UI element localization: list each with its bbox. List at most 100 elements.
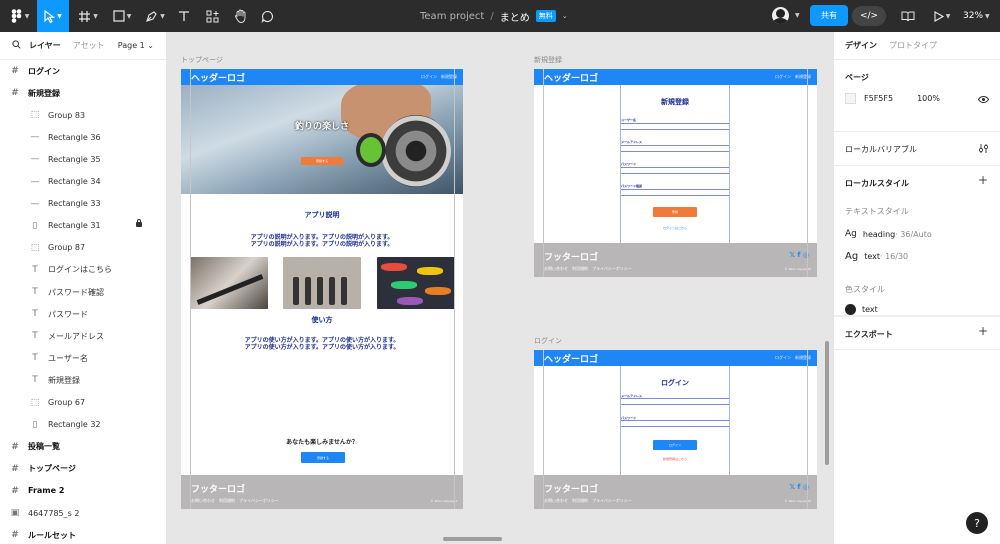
layer-name: Group 87	[48, 243, 86, 253]
dev-mode-toggle[interactable]: </>	[852, 6, 886, 26]
login-submit-button: ログイン	[653, 440, 697, 450]
shape-tool-button[interactable]: ▼	[107, 0, 137, 32]
frame-tool-button[interactable]: ▼	[73, 0, 103, 32]
chevron-down-icon: ▼	[160, 12, 165, 20]
layer-row[interactable]: ▯ Rectangle 32	[0, 414, 166, 436]
layer-row[interactable]: ⬚ Group 67	[0, 392, 166, 414]
layer-row[interactable]: # 新規登録	[0, 82, 166, 104]
frame-label-login[interactable]: ログイン	[534, 336, 562, 346]
style-text-meta: · 16/30	[880, 252, 909, 261]
color-text-row[interactable]: text	[845, 304, 878, 315]
header-logo: ヘッダーロゴ	[544, 355, 599, 365]
layer-row[interactable]: T 新規登録	[0, 369, 166, 391]
cta-register-button: 登録する	[301, 452, 345, 463]
cta-title: あなたも楽しみませんか？	[286, 439, 358, 446]
layer-row[interactable]: T パスワード確認	[0, 281, 166, 303]
user-avatar[interactable]	[772, 7, 789, 24]
main-menu-button[interactable]: ▼	[4, 0, 36, 32]
frame-hash-icon: #	[11, 66, 19, 76]
lure-shape	[381, 263, 407, 271]
hand-tool-button[interactable]	[228, 0, 252, 32]
line-icon: —	[30, 132, 40, 143]
footer-logo: フッターロゴ	[544, 253, 599, 263]
layer-row[interactable]: — Rectangle 34	[0, 171, 166, 193]
frame-label-signup[interactable]: 新規登録	[534, 55, 562, 65]
tab-prototype[interactable]: プロトタイプ	[889, 40, 937, 51]
footer-links: お問い合わせ 利用規約 プライバシーポリシー	[544, 266, 632, 271]
header-nav: ログイン 新規登録	[775, 74, 811, 79]
tab-design[interactable]: デザイン	[845, 40, 877, 51]
layer-row[interactable]: ⬚ Group 87	[0, 237, 166, 259]
top-page-frame[interactable]: ヘッダーロゴ ログイン 新規登録 釣りの楽しさ 登録する アプリ説明 アプリの説…	[181, 69, 463, 509]
lock-icon[interactable]	[136, 218, 142, 227]
layer-row[interactable]: T ユーザー名	[0, 347, 166, 369]
comment-tool-button[interactable]	[255, 0, 279, 32]
footer-logo: フッターロゴ	[191, 485, 246, 495]
layer-row[interactable]: T メールアドレス	[0, 325, 166, 347]
page-color-value[interactable]: F5F5F5	[864, 94, 893, 103]
layer-name: Rectangle 34	[48, 177, 101, 186]
layer-row[interactable]: # 投稿一覧	[0, 436, 166, 458]
layer-row[interactable]: # ルールセット	[0, 524, 166, 544]
hand-icon	[234, 9, 247, 23]
page-selector[interactable]: Page 1 ⌄	[118, 41, 154, 50]
present-button[interactable]: ▼	[928, 0, 956, 32]
login-frame[interactable]: ヘッダーロゴ ログイン 新規登録 ログイン メールアドレス パスワード ログイン…	[534, 350, 817, 509]
page-color-swatch[interactable]	[845, 93, 856, 104]
share-button[interactable]: 共有	[810, 5, 848, 26]
layer-row[interactable]: # Frame 2	[0, 480, 166, 502]
pen-tool-button[interactable]: ▼	[140, 0, 170, 32]
layer-row[interactable]: T ログインはこちら	[0, 259, 166, 281]
eye-icon[interactable]	[977, 95, 990, 105]
app-description-title: アプリ説明	[304, 211, 340, 219]
frame-label-top[interactable]: トップページ	[181, 55, 223, 65]
signup-frame[interactable]: ヘッダーロゴ ログイン 新規登録 新規登録 ユーザー名 メールアドレス パスワー…	[534, 69, 817, 277]
tab-assets[interactable]: アセット	[73, 40, 105, 51]
layer-row[interactable]: — Rectangle 36	[0, 126, 166, 148]
project-name[interactable]: Team project	[420, 11, 484, 22]
local-styles-section: ローカルスタイル + テキストスタイル Ag heading · 36/Auto…	[834, 166, 1000, 316]
plan-badge: 無料	[535, 10, 556, 22]
layer-row[interactable]: # トップページ	[0, 458, 166, 480]
add-style-plus-icon[interactable]: +	[978, 173, 988, 187]
help-button[interactable]: ?	[966, 512, 988, 534]
layer-row[interactable]: ▣ 4647785_s 2	[0, 502, 166, 524]
layer-row[interactable]: ⬚ Group 83	[0, 104, 166, 126]
move-tool-button[interactable]: ▼	[37, 0, 69, 32]
text-tool-button[interactable]	[173, 0, 195, 32]
layer-row[interactable]: — Rectangle 35	[0, 148, 166, 170]
layer-name: ログインはこちら	[48, 265, 112, 275]
library-button[interactable]	[897, 0, 919, 32]
style-heading-row[interactable]: Ag heading · 36/Auto	[845, 229, 932, 239]
local-variables-section: ローカルバリアブル	[834, 132, 1000, 166]
layer-row[interactable]: # ログイン	[0, 60, 166, 82]
layer-row[interactable]: — Rectangle 33	[0, 193, 166, 215]
frame-hash-icon: #	[11, 485, 19, 496]
lure-shape	[391, 281, 417, 289]
chevron-down-icon[interactable]: ⌄	[562, 12, 568, 20]
local-variables-label[interactable]: ローカルバリアブル	[845, 144, 917, 155]
page-color-row[interactable]: F5F5F5 100%	[845, 93, 940, 104]
layer-row[interactable]: ▯ Rectangle 31	[0, 215, 166, 237]
canvas-horizontal-scrollbar[interactable]	[443, 537, 502, 541]
search-icon[interactable]	[12, 40, 21, 51]
canvas[interactable]: トップページ ヘッダーロゴ ログイン 新規登録 釣りの楽しさ 登録する アプリ説…	[167, 32, 833, 544]
tab-layers[interactable]: レイヤー	[29, 40, 61, 51]
chevron-down-icon[interactable]: ▼	[795, 12, 800, 19]
layer-row[interactable]: T パスワード	[0, 303, 166, 325]
canvas-vertical-scrollbar[interactable]	[825, 341, 829, 465]
signup-submit-button: 登録	[653, 207, 697, 217]
style-heading-name: heading	[862, 229, 896, 239]
page-opacity-value[interactable]: 100%	[917, 94, 940, 103]
style-text-row[interactable]: Ag text · 16/30	[845, 251, 908, 262]
username-label: ユーザー名	[621, 118, 636, 122]
variables-adjust-icon[interactable]	[978, 143, 989, 156]
layers-panel-tabs: レイヤー アセット Page 1 ⌄	[0, 32, 166, 60]
file-name[interactable]: まとめ	[500, 9, 530, 24]
frame-hash-icon: #	[11, 463, 19, 474]
resources-tool-button[interactable]	[200, 0, 224, 32]
usage-title: 使い方	[311, 316, 333, 324]
zoom-level[interactable]: 32% ▼	[963, 0, 990, 32]
add-export-plus-icon[interactable]: +	[978, 324, 988, 338]
header-logo: ヘッダーロゴ	[191, 74, 246, 84]
